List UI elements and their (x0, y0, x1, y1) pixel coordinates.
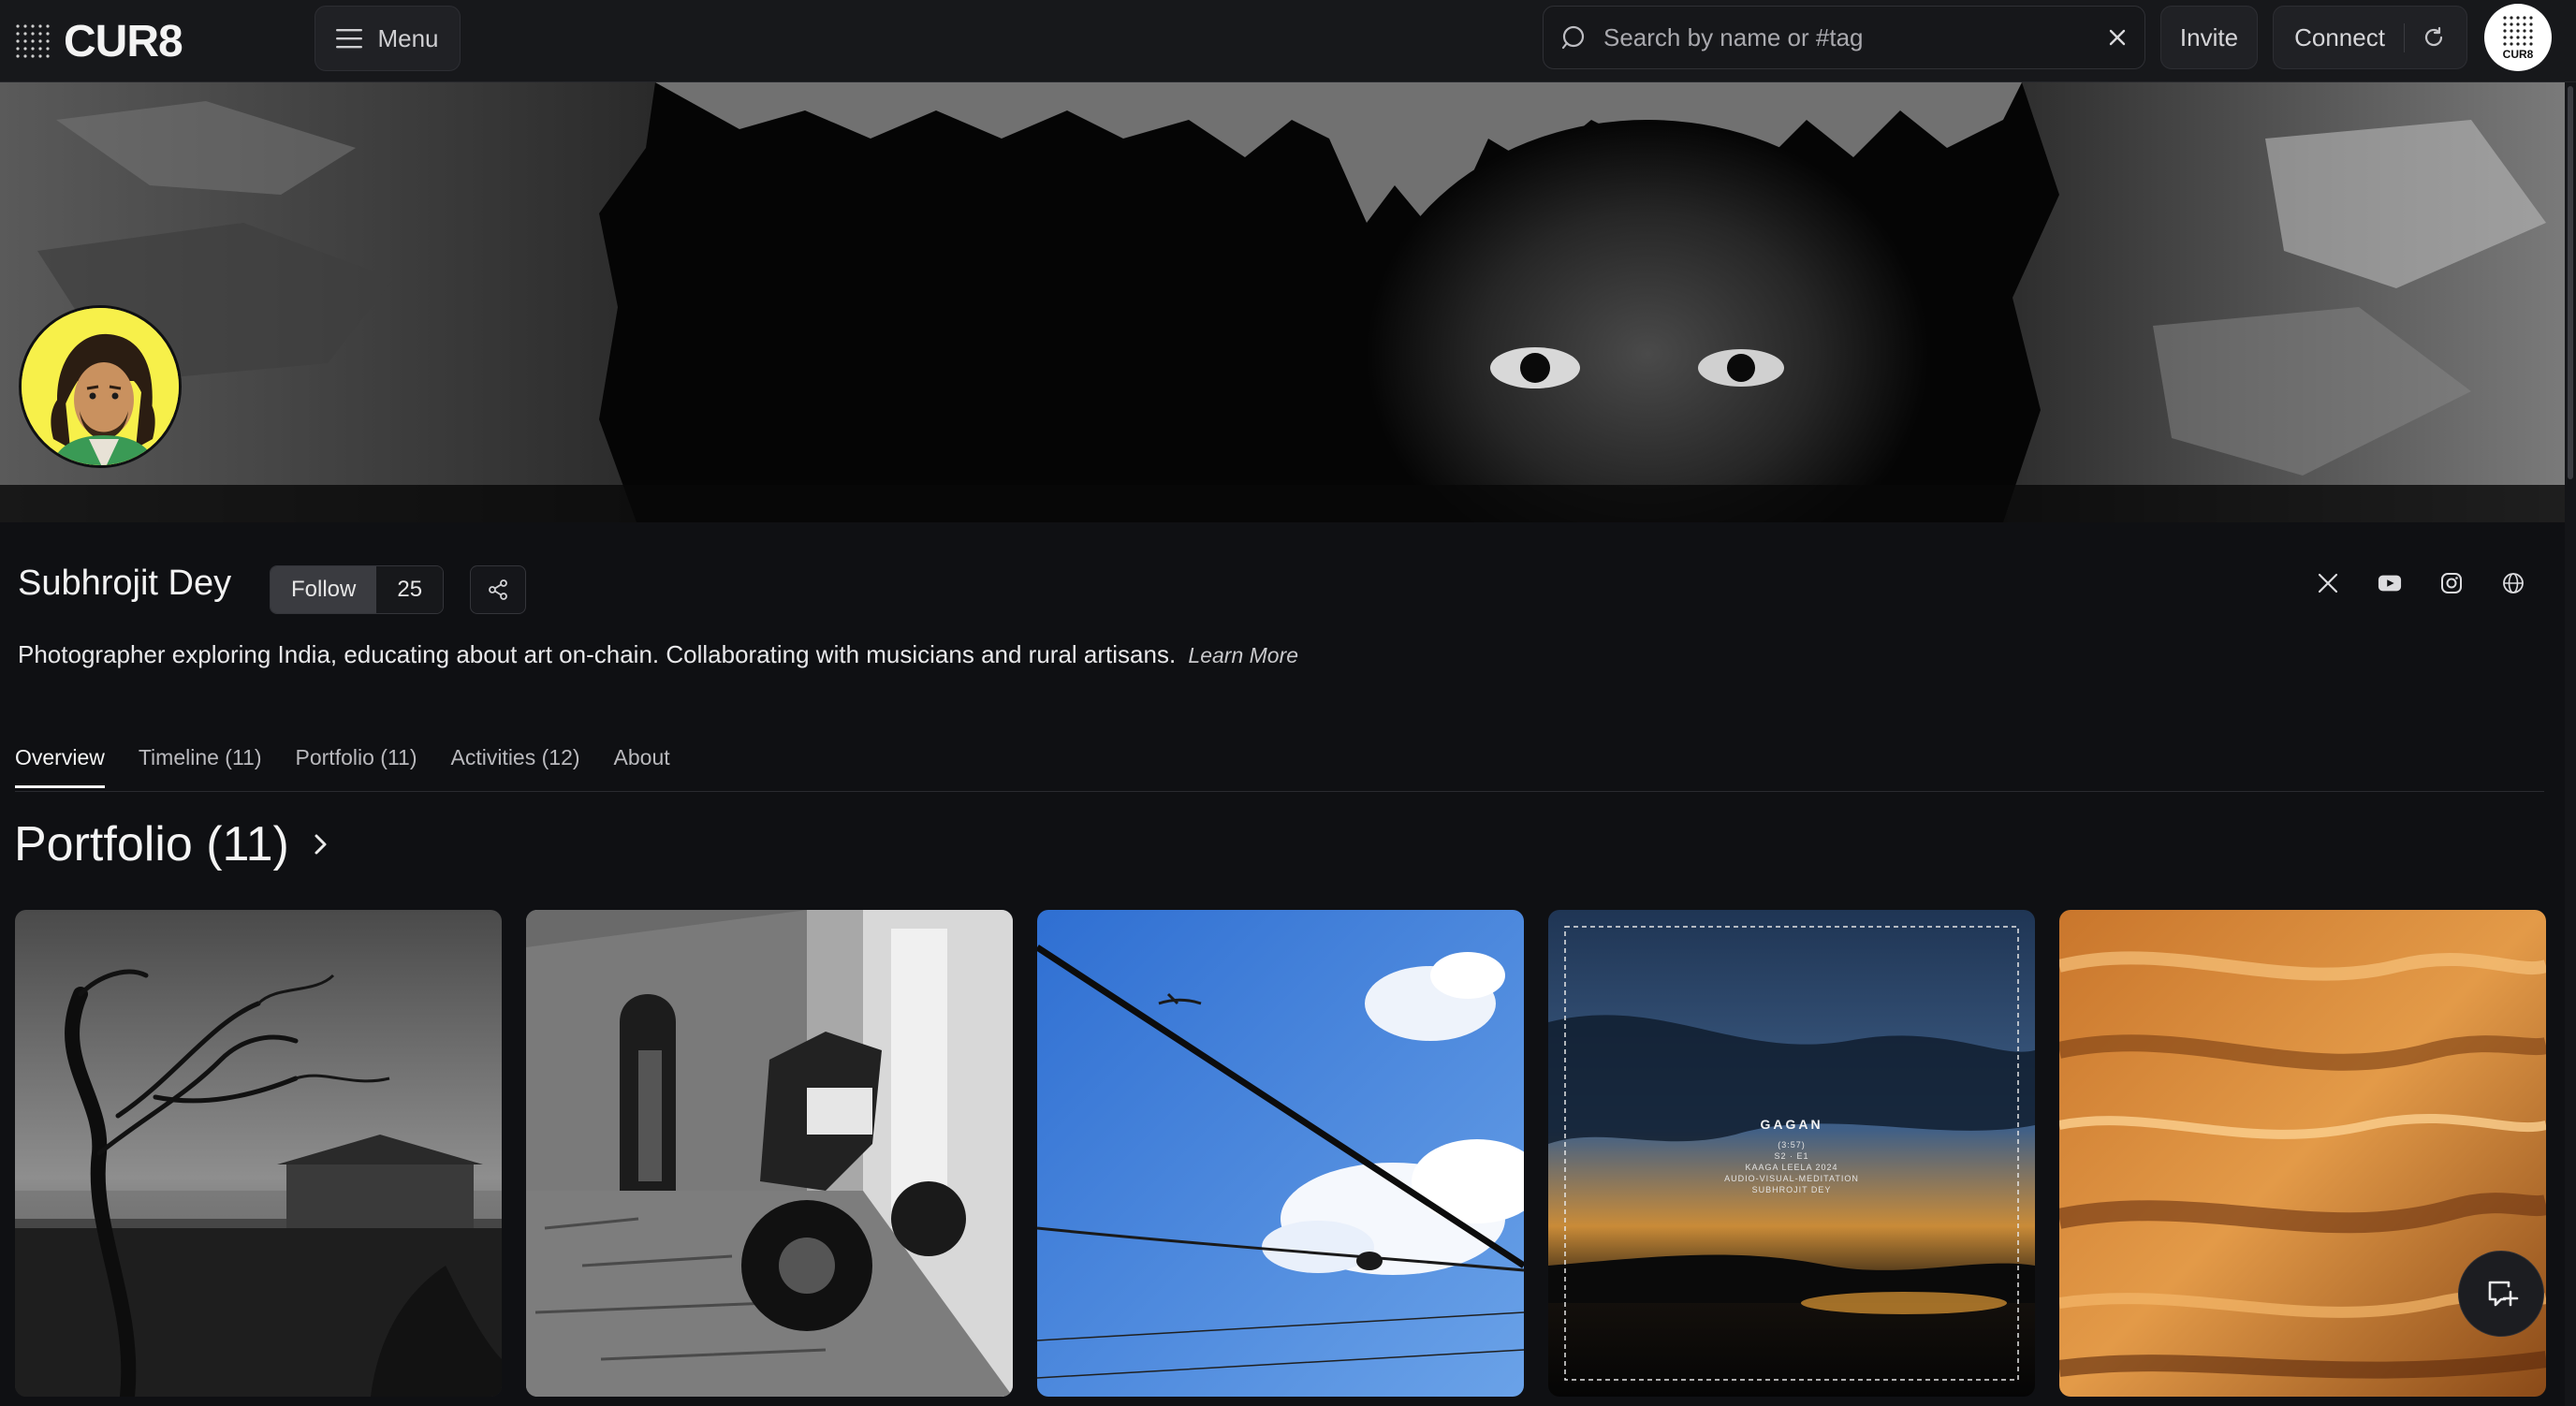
portfolio-card[interactable] (1037, 910, 1524, 1397)
refresh-icon[interactable] (2405, 25, 2446, 50)
invite-label: Invite (2179, 22, 2239, 51)
add-post-icon (2488, 1281, 2519, 1307)
page-scrollbar[interactable] (2565, 82, 2576, 1406)
connect-button[interactable]: Connect (2273, 6, 2467, 69)
clear-search-icon[interactable] (2107, 27, 2128, 48)
new-post-button[interactable] (2458, 1251, 2544, 1337)
hamburger-icon (336, 29, 363, 49)
menu-button[interactable]: Menu (315, 6, 461, 71)
gagan-title: GAGAN (1760, 1117, 1822, 1132)
gagan-line: (3:57) (1778, 1140, 1806, 1150)
tab-activities[interactable]: Activities (12) (450, 745, 579, 788)
share-icon (489, 579, 507, 600)
top-bar: CUR8 Menu Invite Connect (0, 0, 2576, 82)
gagan-line: AUDIO-VISUAL-MEDITATION (1724, 1174, 1859, 1183)
artwork-gagan-cover: GAGAN (3:57) S2 · E1 KAAGA LEELA 2024 AU… (1548, 910, 2035, 1397)
search-bar (1543, 6, 2145, 69)
gagan-line: KAAGA LEELA 2024 (1745, 1163, 1837, 1172)
menu-label: Menu (377, 23, 439, 52)
search-input[interactable] (1602, 22, 2094, 53)
invite-button[interactable]: Invite (2160, 6, 2258, 69)
search-icon (1561, 25, 1585, 50)
profile-bio: Photographer exploring India, educating … (18, 640, 1298, 669)
profile-avatar[interactable] (19, 305, 182, 468)
logo-text: CUR8 (64, 16, 183, 66)
follow-button[interactable]: Follow (271, 566, 377, 613)
follow-group: Follow 25 (270, 565, 445, 614)
logo[interactable]: CUR8 (13, 13, 183, 69)
profile-name: Subhrojit Dey (18, 564, 232, 603)
social-links (2316, 571, 2525, 595)
portfolio-card[interactable] (526, 910, 1013, 1397)
tab-overview[interactable]: Overview (15, 745, 105, 788)
profile-banner (0, 82, 2565, 522)
x-icon[interactable] (2316, 571, 2340, 595)
avatar-text: CUR8 (2502, 48, 2534, 61)
logo-grid-icon (16, 24, 50, 58)
portfolio-card[interactable]: GAGAN (3:57) S2 · E1 KAAGA LEELA 2024 AU… (1548, 910, 2035, 1397)
artwork-bird-sky-image (1037, 910, 1524, 1397)
avatar-grid-icon (2503, 16, 2533, 46)
user-avatar[interactable]: CUR8 (2484, 4, 2552, 71)
gagan-line: SUBHROJIT DEY (1752, 1185, 1832, 1194)
globe-icon[interactable] (2501, 571, 2525, 595)
tab-about[interactable]: About (614, 745, 670, 788)
artwork-scooter-image (526, 910, 1013, 1397)
instagram-icon[interactable] (2439, 571, 2464, 595)
chevron-right-icon[interactable] (314, 832, 329, 857)
tabs-divider (15, 791, 2544, 792)
scrollbar-thumb[interactable] (2568, 86, 2573, 479)
portfolio-section-header[interactable]: Portfolio (11) (14, 816, 329, 872)
youtube-icon[interactable] (2378, 571, 2402, 595)
section-title: Portfolio (11) (14, 817, 289, 871)
learn-more-link[interactable]: Learn More (1188, 643, 1298, 667)
artwork-tree-image (15, 910, 502, 1397)
portfolio-card[interactable] (15, 910, 502, 1397)
share-button[interactable] (470, 565, 526, 614)
gagan-line: S2 · E1 (1774, 1151, 1808, 1161)
follower-count[interactable]: 25 (376, 566, 444, 613)
tab-portfolio[interactable]: Portfolio (11) (296, 745, 417, 788)
profile-tabs: Overview Timeline (11) Portfolio (11) Ac… (15, 745, 670, 788)
bio-text: Photographer exploring India, educating … (18, 640, 1177, 668)
tab-timeline[interactable]: Timeline (11) (139, 745, 262, 788)
banner-photo (0, 82, 2565, 522)
connect-label: Connect (2294, 22, 2405, 52)
